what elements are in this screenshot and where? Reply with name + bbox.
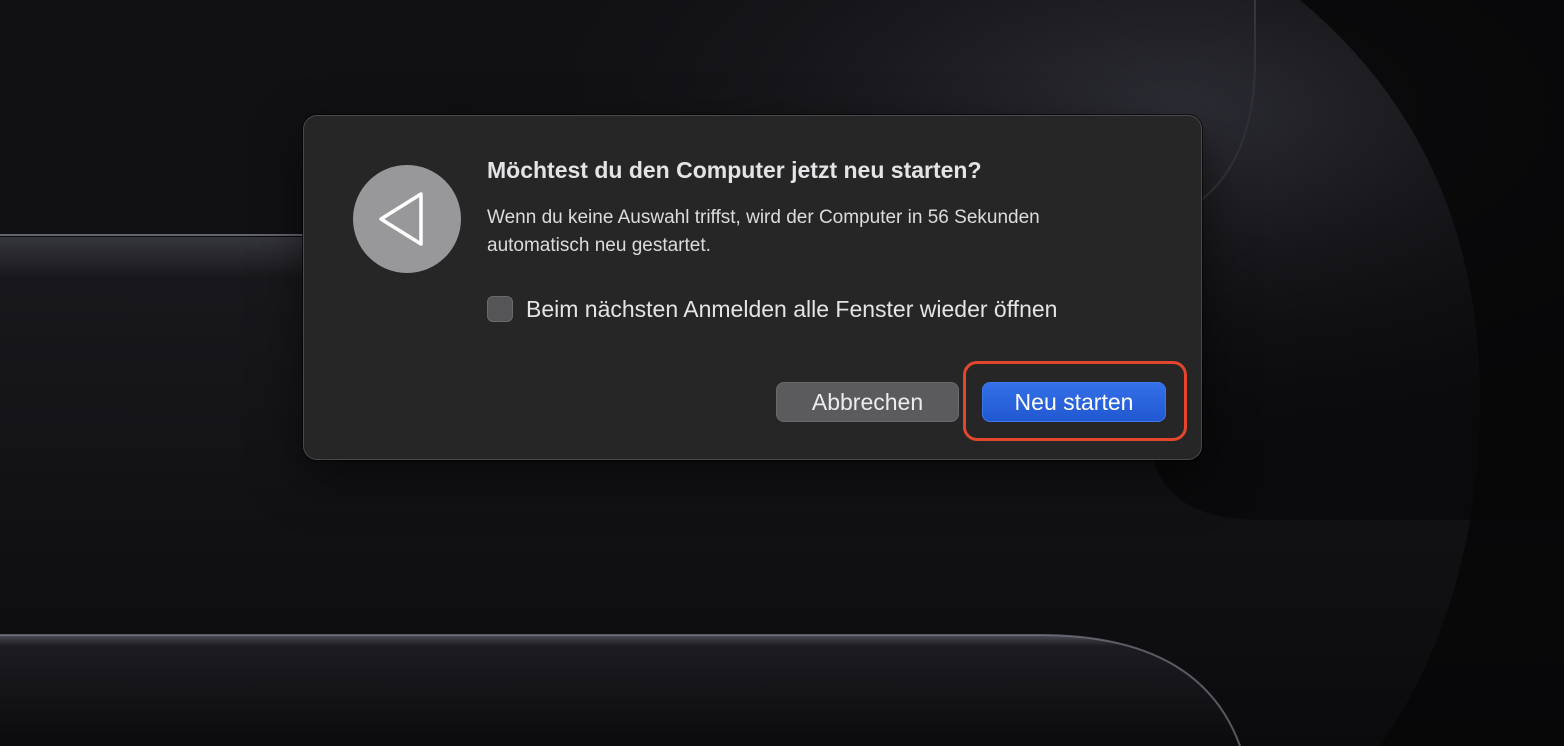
dialog-message: Wenn du keine Auswahl triffst, wird der …	[487, 207, 1040, 256]
restart-arrow-icon	[353, 165, 461, 273]
dialog-title: Möchtest du den Computer jetzt neu start…	[487, 157, 982, 183]
restart-dialog: Möchtest du den Computer jetzt neu start…	[303, 115, 1202, 460]
reopen-windows-checkbox[interactable]	[487, 296, 513, 322]
reopen-windows-label[interactable]: Beim nächsten Anmelden alle Fenster wied…	[526, 296, 1057, 323]
restart-button[interactable]: Neu starten	[982, 382, 1166, 422]
cancel-button[interactable]: Abbrechen	[776, 382, 959, 422]
desktop: Möchtest du den Computer jetzt neu start…	[0, 0, 1564, 746]
reopen-windows-option[interactable]: Beim nächsten Anmelden alle Fenster wied…	[487, 294, 1057, 324]
